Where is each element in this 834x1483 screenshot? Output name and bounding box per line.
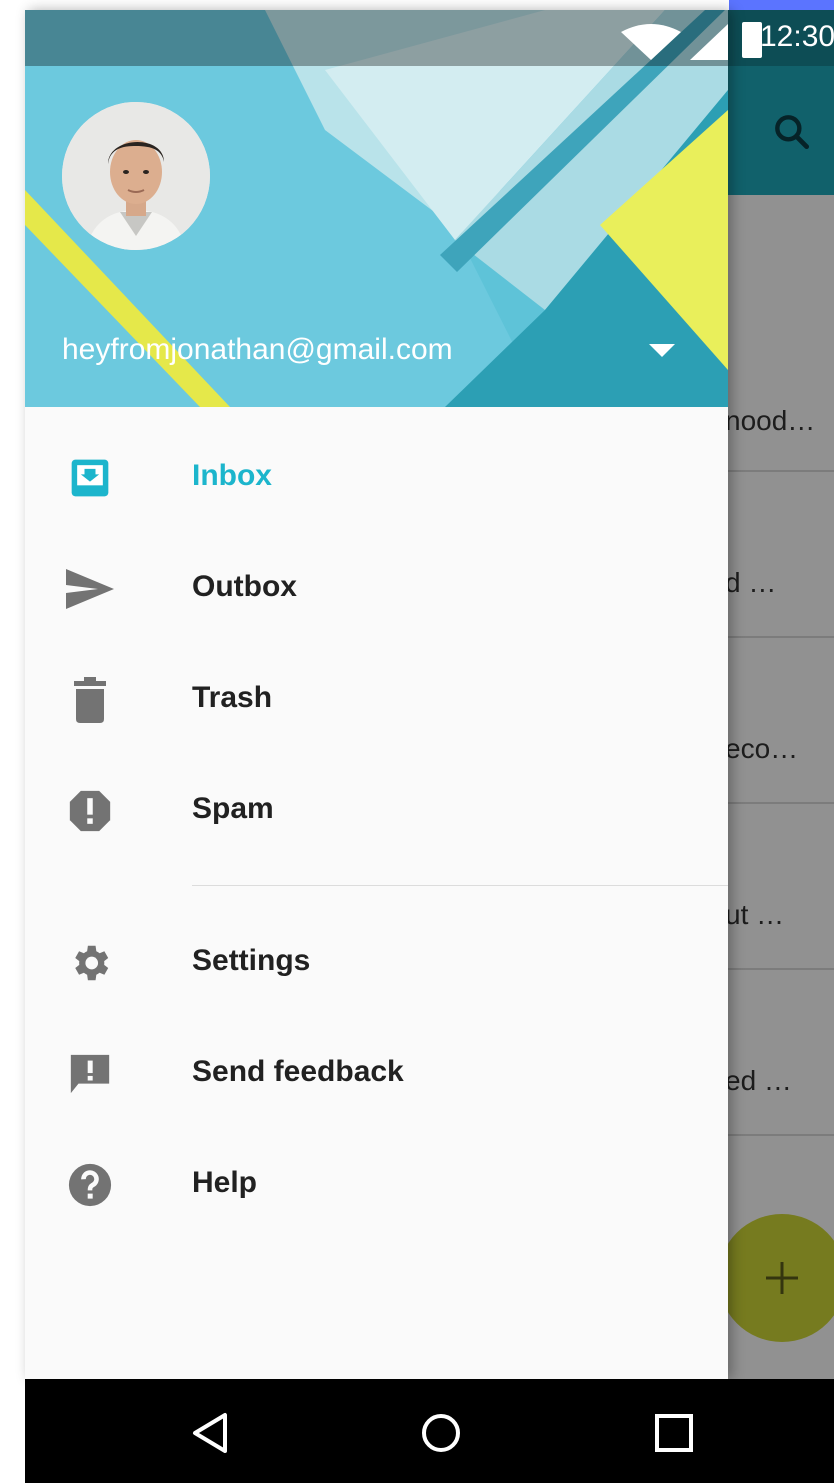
avatar[interactable] xyxy=(62,102,210,250)
menu-item-send-feedback[interactable]: Send feedback xyxy=(25,1017,728,1128)
status-time: 12:30 xyxy=(760,20,834,53)
signal-icon xyxy=(690,24,728,60)
navigation-drawer: heyfromjonathan@gmail.com Inbox Outbox T… xyxy=(25,10,728,1379)
menu-divider xyxy=(192,885,728,886)
inbox-icon xyxy=(64,452,116,504)
status-bar: 12:30 xyxy=(25,10,834,66)
menu-item-spam[interactable]: Spam xyxy=(25,754,728,865)
trash-icon xyxy=(64,674,116,726)
feedback-icon xyxy=(64,1048,116,1100)
spam-icon xyxy=(64,785,116,837)
account-email[interactable]: heyfromjonathan@gmail.com xyxy=(62,333,453,367)
drawer-menu: Inbox Outbox Trash Spam Settings Send fe… xyxy=(25,407,728,1239)
menu-item-label: Inbox xyxy=(192,459,272,492)
recent-apps-icon[interactable] xyxy=(652,1411,696,1455)
menu-item-label: Settings xyxy=(192,944,311,977)
accent-strip xyxy=(729,0,834,10)
drawer-header: heyfromjonathan@gmail.com xyxy=(25,10,728,407)
wifi-icon xyxy=(621,24,681,60)
menu-item-trash[interactable]: Trash xyxy=(25,643,728,754)
menu-item-label: Outbox xyxy=(192,570,297,603)
send-icon xyxy=(64,563,116,615)
system-nav-bar xyxy=(25,1379,834,1483)
gear-icon xyxy=(64,937,116,989)
menu-item-outbox[interactable]: Outbox xyxy=(25,532,728,643)
battery-icon xyxy=(742,22,762,58)
menu-item-label: Trash xyxy=(192,681,273,714)
menu-item-settings[interactable]: Settings xyxy=(25,906,728,1017)
chevron-down-icon[interactable] xyxy=(649,344,675,358)
menu-item-label: Send feedback xyxy=(192,1055,404,1088)
profile-photo xyxy=(62,102,210,250)
menu-item-label: Spam xyxy=(192,792,274,825)
menu-item-label: Help xyxy=(192,1166,258,1199)
help-icon xyxy=(64,1159,116,1211)
menu-item-inbox[interactable]: Inbox xyxy=(25,421,728,532)
menu-item-help[interactable]: Help xyxy=(25,1128,728,1239)
home-icon[interactable] xyxy=(419,1411,463,1455)
back-icon[interactable] xyxy=(189,1411,233,1455)
